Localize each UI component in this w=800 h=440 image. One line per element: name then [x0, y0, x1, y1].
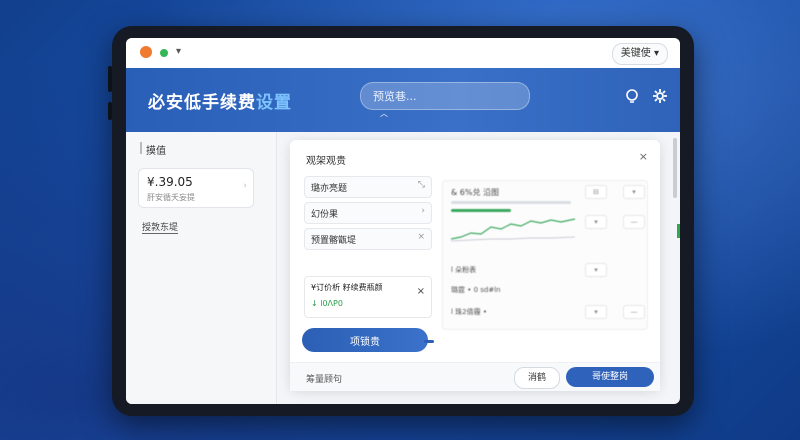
preview-title: & 6%兑 沿图	[451, 188, 500, 197]
brush-stroke	[424, 340, 434, 343]
option-row[interactable]: 预置髂甑堤 ×	[304, 228, 432, 250]
header-banner: 必安低手续费设置 预览巷... ︿	[126, 68, 680, 132]
cancel-button[interactable]: 消鹤	[514, 367, 560, 389]
confirm-button[interactable]: 哥使整岗	[566, 367, 654, 387]
chevron-right-icon: ›	[243, 181, 247, 191]
close-icon[interactable]: ×	[417, 232, 425, 242]
modal-footer: 筹量顾句 消鹤 哥使整岗	[290, 362, 660, 391]
option-row[interactable]: 幻份果 ›	[304, 202, 432, 224]
side-tab[interactable]	[677, 224, 680, 238]
chevron-down-icon: ▾	[653, 48, 659, 59]
search-placeholder: 预览巷...	[373, 90, 417, 103]
brush-button[interactable]: 项锁贵	[302, 328, 428, 352]
blurred-text	[451, 209, 511, 212]
page-title: 必安低手续费设置	[148, 88, 292, 113]
promo-green-text: ↓ l0ΛΡ0	[311, 299, 343, 308]
preview-panel: & 6%兑 沿图 ⊟ ▾ ▾ — l 朵粉表 ▾ 璐霆 • 0 sd#ln l …	[442, 180, 648, 330]
heading-marker	[140, 142, 142, 154]
mini-chart	[451, 218, 576, 242]
bell-icon[interactable]	[624, 88, 640, 104]
preview-row: l 朵粉表	[451, 266, 477, 274]
close-icon[interactable]: ×	[417, 286, 425, 297]
balance-subtitle: 肝安循夭妄提	[147, 193, 195, 202]
option-label: 预置髂甑堤	[311, 236, 357, 246]
expand-icon: ⤡	[417, 180, 425, 190]
promo-card: ¥订价析 籽续费瓶颜 ↓ l0ΛΡ0 ×	[304, 276, 432, 318]
balance-amount: ¥.39.05	[147, 175, 193, 189]
footer-text: 筹量顾句	[306, 375, 343, 385]
search-caret-icon: ︿	[380, 109, 388, 118]
option-row[interactable]: 璐亦亮题 ⤡	[304, 176, 432, 198]
preview-dropdown[interactable]: ▾	[585, 305, 607, 319]
preview-dropdown[interactable]: ⊟	[585, 185, 607, 199]
scrollbar[interactable]	[673, 138, 677, 198]
gear-icon[interactable]	[652, 88, 668, 104]
page-title-accent: 设置	[256, 93, 292, 113]
preview-dropdown[interactable]: —	[623, 215, 645, 229]
sidebar: 摸值 ¥.39.05 肝安循夭妄提 › 授敦东堤	[126, 132, 277, 404]
top-bar: ▾ 美键使 ▾	[126, 38, 680, 68]
preview-dropdown[interactable]: —	[623, 305, 645, 319]
brush-button-label: 项锁贵	[350, 337, 380, 348]
language-label: 美键使	[620, 48, 651, 59]
sidebar-heading: 摸值	[146, 146, 166, 157]
status-dot-icon	[160, 49, 168, 57]
option-label: 璐亦亮题	[311, 184, 348, 194]
language-selector[interactable]: 美键使 ▾	[611, 43, 668, 65]
option-label: 幻份果	[311, 210, 339, 220]
preview-dropdown[interactable]: ▾	[623, 185, 645, 199]
app-logo-icon	[140, 46, 152, 58]
app-screen: ▾ 美键使 ▾ 必安低手续费设置 预览巷... ︿ 摸值 ¥.39.05 肝安循…	[126, 38, 680, 404]
settings-modal: 观架观贵 × 璐亦亮题 ⤡ 幻份果 › 预置髂甑堤 × ¥订价析 籽续费瓶颜 ↓…	[290, 140, 660, 391]
sidebar-link[interactable]: 授敦东堤	[142, 220, 179, 234]
modal-title: 观架观贵	[306, 156, 346, 167]
blurred-text	[451, 201, 571, 204]
menu-caret-icon[interactable]: ▾	[176, 46, 181, 57]
preview-dropdown[interactable]: ▾	[585, 215, 607, 229]
balance-card[interactable]: ¥.39.05 肝安循夭妄提 ›	[138, 168, 254, 208]
close-icon[interactable]: ×	[639, 150, 648, 163]
side-button	[108, 66, 112, 92]
side-button	[108, 102, 112, 120]
preview-row: 璐霆 • 0 sd#ln	[451, 286, 501, 294]
chevron-right-icon: ›	[421, 206, 425, 216]
preview-dropdown[interactable]: ▾	[585, 263, 607, 277]
tablet-frame: ▾ 美键使 ▾ 必安低手续费设置 预览巷... ︿ 摸值 ¥.39.05 肝安循…	[108, 26, 694, 416]
promo-title: ¥订价析 籽续费瓶颜	[311, 283, 383, 292]
page-title-main: 必安低手续费	[148, 93, 256, 113]
preview-row: l 珠2倩霾 •	[451, 308, 487, 316]
search-input[interactable]: 预览巷...	[360, 82, 530, 110]
